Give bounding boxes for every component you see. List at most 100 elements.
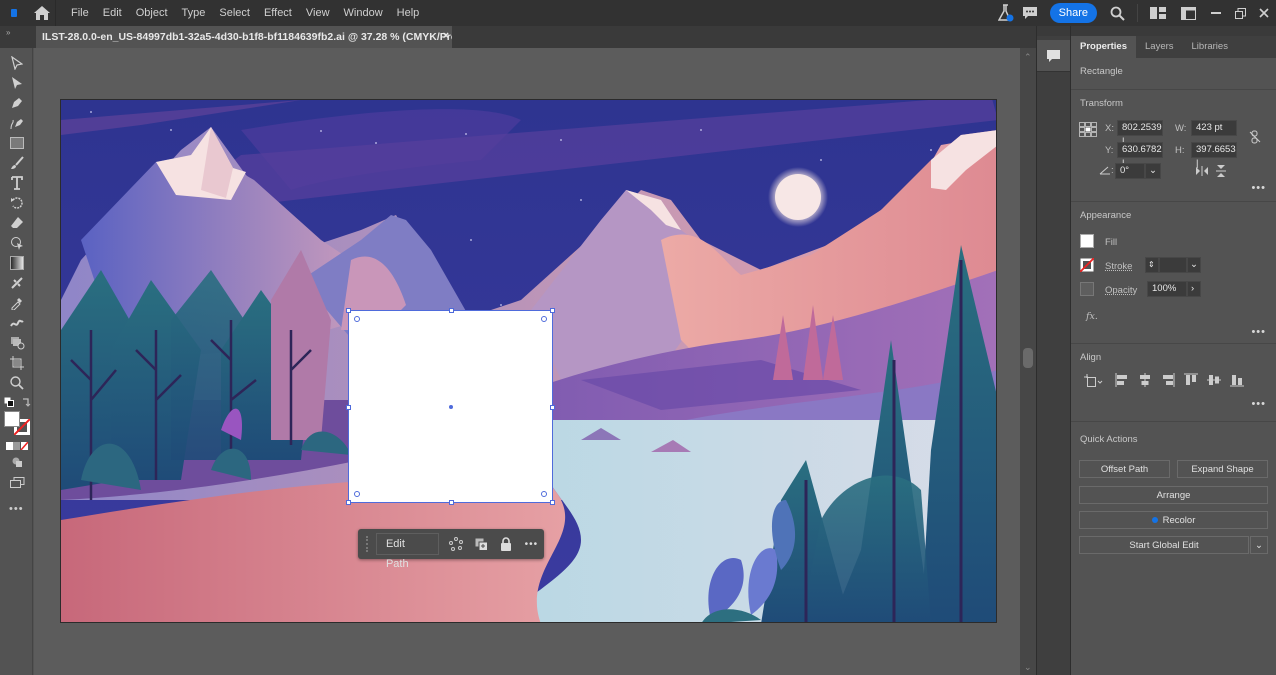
flip-vertical-button[interactable] — [1216, 164, 1226, 181]
corner-widget-top-left[interactable] — [354, 316, 360, 322]
rotation-angle-input[interactable]: 0° — [1115, 163, 1145, 179]
align-top-button[interactable] — [1184, 373, 1198, 390]
width-input[interactable]: 423 pt — [1191, 120, 1237, 136]
pen-tool[interactable] — [8, 94, 26, 112]
reference-point-selector[interactable] — [1079, 122, 1097, 141]
zoom-tool[interactable] — [8, 374, 26, 392]
vertical-scrollbar[interactable]: ⌃ ⌄ — [1020, 48, 1036, 675]
opacity-expand-button[interactable]: › — [1187, 281, 1201, 297]
resize-handle-bottom[interactable] — [449, 500, 454, 505]
symbol-tool[interactable] — [8, 334, 26, 352]
offset-path-button[interactable]: Offset Path — [1079, 460, 1170, 478]
appearance-more-button[interactable]: ••• — [1251, 326, 1266, 338]
type-tool[interactable] — [8, 174, 26, 192]
recolor-button[interactable]: Recolor — [1079, 511, 1268, 529]
gradient-tool[interactable] — [8, 254, 26, 272]
resize-handle-top-right[interactable] — [550, 308, 555, 313]
stroke-weight-dropdown[interactable]: ⌄ — [1187, 257, 1201, 273]
fill-color-swatch[interactable] — [1080, 234, 1094, 248]
menu-file[interactable]: File — [64, 0, 96, 26]
eyedropper-tool[interactable] — [8, 294, 26, 312]
artboard-tool[interactable] — [8, 354, 26, 372]
resize-handle-top-left[interactable] — [346, 308, 351, 313]
start-global-edit-button[interactable]: Start Global Edit — [1079, 536, 1249, 554]
workspace-switcher[interactable] — [1146, 0, 1170, 26]
document-tab[interactable]: ILST-28.0.0-en_US-84997db1-32a5-4d30-b1f… — [36, 26, 452, 48]
close-tab-button[interactable]: × — [443, 30, 449, 42]
x-position-input[interactable]: 802.2539 | — [1117, 120, 1163, 147]
share-button[interactable]: Share — [1049, 3, 1097, 23]
align-vertical-center-button[interactable] — [1207, 373, 1221, 390]
collapse-toolbar-icon[interactable]: » — [6, 28, 10, 37]
resize-handle-bottom-right[interactable] — [550, 500, 555, 505]
effects-button[interactable]: fx. — [1086, 311, 1098, 322]
paintbrush-tool[interactable] — [8, 154, 26, 172]
align-right-button[interactable] — [1161, 373, 1175, 390]
draw-mode-button[interactable] — [8, 453, 26, 471]
transform-button[interactable] — [443, 532, 468, 556]
scroll-down-icon[interactable]: ⌄ — [1024, 662, 1032, 673]
opacity-label[interactable]: Opacity — [1105, 285, 1137, 296]
mesh-tool[interactable] — [8, 274, 26, 292]
screen-mode-button[interactable] — [8, 474, 26, 492]
menu-help[interactable]: Help — [390, 0, 427, 26]
menu-window[interactable]: Window — [337, 0, 390, 26]
arrange-documents-button[interactable] — [1176, 0, 1200, 26]
resize-handle-bottom-left[interactable] — [346, 500, 351, 505]
eraser-tool[interactable] — [8, 214, 26, 232]
corner-widget-top-right[interactable] — [541, 316, 547, 322]
align-more-button[interactable]: ••• — [1251, 398, 1266, 410]
comments-button[interactable] — [1018, 0, 1042, 26]
selected-rectangle[interactable] — [346, 308, 555, 505]
align-bottom-button[interactable] — [1230, 373, 1244, 390]
minimize-button[interactable] — [1204, 0, 1228, 26]
curvature-tool[interactable] — [8, 114, 26, 132]
restore-button[interactable] — [1228, 0, 1252, 26]
resize-handle-right[interactable] — [550, 405, 555, 410]
rotate-tool[interactable] — [8, 194, 26, 212]
align-to-dropdown[interactable] — [1084, 374, 1104, 391]
edit-path-button[interactable]: Edit Path — [375, 533, 440, 570]
menu-effect[interactable]: Effect — [257, 0, 299, 26]
duplicate-button[interactable] — [468, 532, 493, 556]
y-position-input[interactable]: 630.6782 | — [1117, 142, 1163, 169]
edit-toolbar-button[interactable]: ••• — [9, 503, 24, 515]
selection-tool[interactable] — [8, 54, 26, 72]
stroke-weight-input[interactable] — [1159, 257, 1187, 273]
rotation-dropdown[interactable]: ⌄ — [1145, 163, 1161, 179]
menu-select[interactable]: Select — [212, 0, 257, 26]
labs-button[interactable] — [994, 0, 1018, 26]
close-window-button[interactable] — [1252, 0, 1276, 26]
menu-type[interactable]: Type — [175, 0, 213, 26]
tab-libraries[interactable]: Libraries — [1183, 36, 1237, 58]
corner-widget-bottom-right[interactable] — [541, 491, 547, 497]
tab-properties[interactable]: Properties — [1071, 36, 1136, 58]
scrollbar-thumb[interactable] — [1023, 348, 1033, 368]
arrange-button[interactable]: Arrange — [1079, 486, 1268, 504]
swap-fill-stroke-button[interactable] — [21, 397, 31, 410]
tab-layers[interactable]: Layers — [1136, 36, 1183, 58]
comments-panel-button[interactable] — [1037, 40, 1070, 72]
direct-selection-tool[interactable] — [8, 74, 26, 92]
more-options-button[interactable]: ••• — [519, 532, 544, 556]
flip-horizontal-button[interactable] — [1195, 166, 1209, 179]
resize-handle-left[interactable] — [346, 405, 351, 410]
color-mode-buttons[interactable] — [6, 441, 29, 451]
search-button[interactable] — [1105, 0, 1129, 26]
home-button[interactable] — [28, 0, 56, 26]
fill-swatch[interactable] — [4, 411, 20, 427]
align-horizontal-center-button[interactable] — [1138, 373, 1152, 390]
menu-edit[interactable]: Edit — [96, 0, 129, 26]
opacity-input[interactable]: 100% — [1147, 281, 1187, 297]
stroke-weight-stepper[interactable]: ⇕ — [1145, 257, 1159, 273]
height-input[interactable]: 397.6653 | — [1191, 142, 1237, 169]
stroke-label[interactable]: Stroke — [1105, 261, 1132, 272]
transform-more-button[interactable]: ••• — [1251, 182, 1266, 194]
corner-widget-bottom-left[interactable] — [354, 491, 360, 497]
scroll-up-icon[interactable]: ⌃ — [1024, 52, 1032, 63]
shape-builder-tool[interactable] — [8, 234, 26, 252]
menu-view[interactable]: View — [299, 0, 337, 26]
global-edit-options-dropdown[interactable]: ⌄ — [1250, 536, 1268, 554]
default-colors-button[interactable] — [4, 397, 14, 407]
blend-tool[interactable] — [8, 314, 26, 332]
